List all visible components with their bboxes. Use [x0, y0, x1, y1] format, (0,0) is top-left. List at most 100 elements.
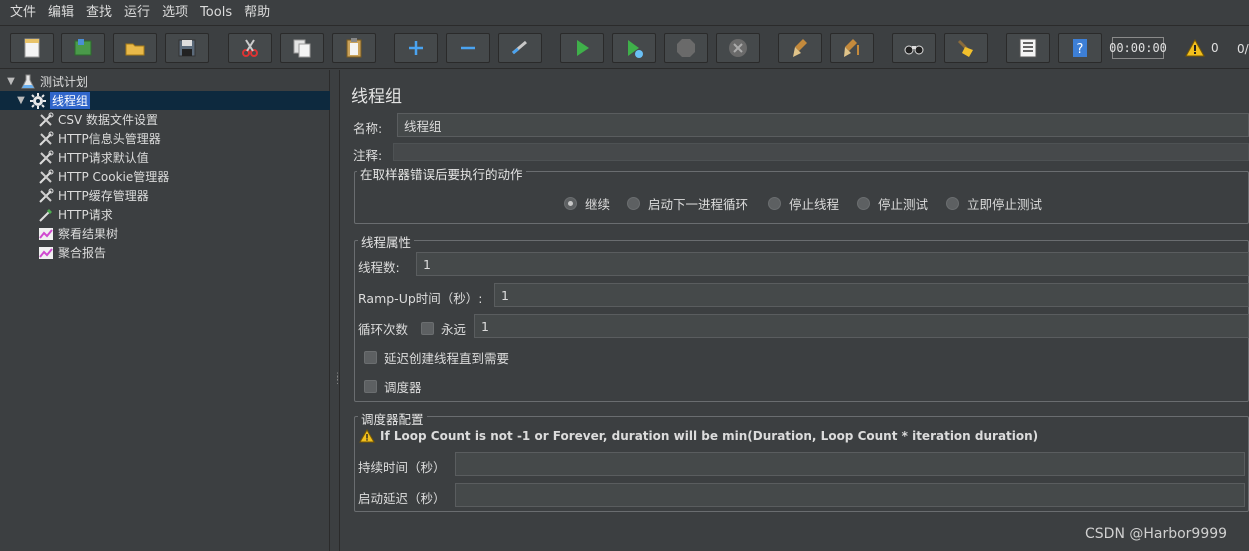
comment-label: 注释:	[353, 148, 383, 163]
binoculars-icon	[904, 45, 924, 55]
tree-item-thread-group[interactable]: ▼ 线程组	[0, 91, 330, 110]
duration-input[interactable]	[455, 452, 1245, 476]
scissors-icon	[242, 39, 258, 57]
tree-item-label: 察看结果树	[58, 227, 119, 241]
forever-checkbox[interactable]: 永远	[421, 319, 466, 338]
cut-button[interactable]	[228, 33, 272, 63]
save-icon	[178, 39, 196, 57]
function-helper-button[interactable]	[1006, 33, 1050, 63]
menu-file[interactable]: 文件	[4, 0, 42, 26]
checkbox-box	[364, 351, 377, 364]
radio-stop-thread[interactable]: 停止线程	[768, 194, 839, 213]
name-input[interactable]: 线程组	[397, 113, 1249, 137]
scheduler-checkbox[interactable]: 调度器	[364, 377, 422, 396]
clear-all-button[interactable]	[830, 33, 874, 63]
threads-input[interactable]: 1	[416, 252, 1249, 276]
radio-dot	[768, 197, 781, 210]
open-button[interactable]	[113, 33, 157, 63]
start-button[interactable]	[560, 33, 604, 63]
scheduler-warning: If Loop Count is not -1 or Forever, dura…	[359, 429, 1038, 443]
plus-icon	[409, 41, 423, 55]
paste-button[interactable]	[332, 33, 376, 63]
tree-item-label: HTTP Cookie管理器	[58, 170, 170, 184]
checkbox-box	[364, 380, 377, 393]
broom-icon	[793, 39, 807, 57]
tree-item-cache-manager[interactable]: HTTP缓存管理器	[38, 186, 149, 205]
minus-icon	[461, 46, 475, 50]
tree-item-http-request[interactable]: HTTP请求	[38, 205, 113, 224]
menu-bar: 文件 编辑 查找 运行 选项 Tools 帮助	[0, 0, 1249, 26]
wrench-icon	[38, 150, 54, 166]
graph-icon	[38, 226, 54, 242]
stop-button[interactable]	[664, 33, 708, 63]
startup-delay-input[interactable]	[455, 483, 1245, 507]
tree-item-csv-config[interactable]: CSV 数据文件设置	[38, 110, 158, 129]
menu-search[interactable]: 查找	[80, 0, 118, 26]
reset-search-button[interactable]	[944, 33, 988, 63]
menu-run[interactable]: 运行	[118, 0, 156, 26]
tree-item-aggregate-report[interactable]: 聚合报告	[38, 243, 106, 262]
warning-icon	[1185, 39, 1205, 57]
collapse-all-button[interactable]	[446, 33, 490, 63]
scheduler-config-title: 调度器配置	[358, 409, 427, 428]
expand-arrow-icon[interactable]: ▼	[6, 76, 16, 87]
warning-icon	[359, 429, 375, 443]
loop-count-input[interactable]: 1	[474, 314, 1249, 338]
new-button[interactable]	[10, 33, 54, 63]
save-button[interactable]	[165, 33, 209, 63]
shutdown-button[interactable]	[716, 33, 760, 63]
rampup-label: Ramp-Up时间（秒）:	[358, 291, 483, 306]
checkbox-box	[421, 322, 434, 335]
radio-stop-test-now[interactable]: 立即停止测试	[946, 194, 1042, 213]
menu-options[interactable]: 选项	[156, 0, 194, 26]
tree-item-label: 测试计划	[40, 75, 89, 89]
menu-tools[interactable]: Tools	[194, 0, 238, 26]
svg-text:?: ?	[1077, 42, 1084, 57]
reset-broom-icon	[957, 39, 973, 57]
comment-input[interactable]	[393, 143, 1249, 161]
expand-all-button[interactable]	[394, 33, 438, 63]
rampup-input[interactable]: 1	[494, 283, 1249, 307]
shutdown-icon	[729, 39, 747, 57]
menu-help[interactable]: 帮助	[238, 0, 276, 26]
loop-count-label: 循环次数	[358, 322, 409, 337]
warning-counter[interactable]: 0	[1185, 39, 1219, 57]
thread-ratio: 0/0	[1237, 42, 1249, 56]
help-icon: ?	[1073, 39, 1087, 57]
gear-icon	[30, 92, 46, 109]
tree-item-cookie-manager[interactable]: HTTP Cookie管理器	[38, 167, 169, 186]
tree-item-label: HTTP请求默认值	[58, 151, 149, 165]
delay-thread-creation-checkbox[interactable]: 延迟创建线程直到需要	[364, 348, 509, 367]
list-icon	[1019, 38, 1037, 58]
startup-delay-label: 启动延迟（秒）	[358, 491, 446, 506]
help-button[interactable]: ?	[1058, 33, 1102, 63]
elapsed-timer: 00:00:00	[1109, 37, 1167, 59]
expand-arrow-icon[interactable]: ▼	[16, 95, 26, 106]
tree-item-request-defaults[interactable]: HTTP请求默认值	[38, 148, 149, 167]
menu-edit[interactable]: 编辑	[42, 0, 80, 26]
flask-icon	[20, 74, 36, 90]
pipette-icon	[38, 207, 54, 223]
copy-button[interactable]	[280, 33, 324, 63]
toggle-wand-icon	[512, 40, 527, 55]
radio-label: 停止线程	[789, 197, 840, 212]
tree-item-test-plan[interactable]: ▼ 测试计划	[6, 72, 88, 91]
radio-stop-test[interactable]: 停止测试	[857, 194, 928, 213]
start-no-pauses-button[interactable]	[612, 33, 656, 63]
wrench-icon	[38, 112, 54, 128]
duration-label: 持续时间（秒）	[358, 460, 446, 475]
search-button[interactable]	[892, 33, 936, 63]
radio-label: 立即停止测试	[967, 197, 1043, 212]
toggle-button[interactable]	[498, 33, 542, 63]
clear-button[interactable]	[778, 33, 822, 63]
tree-item-results-tree[interactable]: 察看结果树	[38, 224, 118, 243]
radio-start-next-loop[interactable]: 启动下一进程循环	[627, 194, 748, 213]
templates-button[interactable]	[61, 33, 105, 63]
sampler-error-title: 在取样器错误后要执行的动作	[357, 164, 526, 183]
tree-item-header-manager[interactable]: HTTP信息头管理器	[38, 129, 161, 148]
radio-continue[interactable]: 继续	[564, 194, 610, 213]
radio-label: 启动下一进程循环	[648, 197, 749, 212]
tree-item-label: HTTP请求	[58, 208, 113, 222]
split-pane-divider[interactable]: ⋮ ⋮	[331, 70, 342, 551]
wrench-icon	[38, 169, 54, 185]
